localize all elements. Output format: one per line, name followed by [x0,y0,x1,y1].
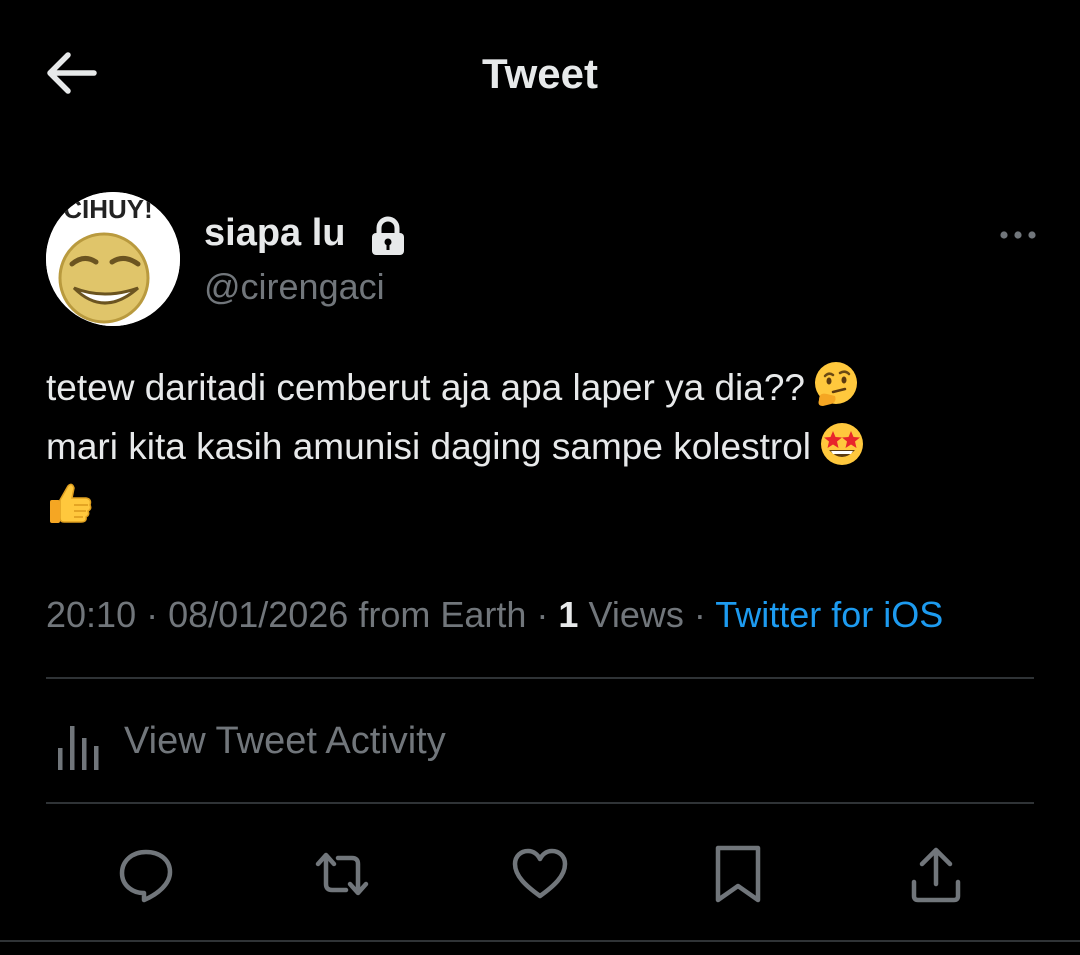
views-count: 1 [558,594,579,635]
tweet-text: tetew daritadi cemberut aja apa laper ya… [46,358,1036,535]
username-handle[interactable]: @cirengaci [204,266,385,308]
tweet-time: 20:10 [46,594,137,635]
lock-icon [372,216,404,255]
divider [46,677,1034,679]
page-title: Tweet [482,50,598,97]
divider [46,802,1034,804]
tweet-metadata: 20:10 · 08/01/2026 from Earth · 1 Views … [46,594,943,636]
tweet-text-line-2: mari kita kasih amunisi daging sampe kol… [46,426,812,467]
bar-chart-icon [58,726,99,770]
retweet-button[interactable] [310,842,374,906]
share-icon [911,847,961,903]
bookmark-button[interactable] [706,842,770,906]
thinking-face-emoji [811,360,861,410]
svg-text:CIHUY!: CIHUY! [63,194,153,224]
separator: · [693,594,706,635]
tweet-text-line-1: tetew daritadi cemberut aja apa laper ya… [46,367,805,408]
view-tweet-activity-label: View Tweet Activity [124,720,446,762]
star-struck-emoji [817,419,867,469]
avatar-image: CIHUY! [46,192,180,326]
top-bar: Tweet [0,0,1080,150]
more-options-button[interactable] [994,220,1042,250]
bookmark-icon [715,845,761,903]
avatar[interactable]: CIHUY! [46,192,180,326]
source-link[interactable]: Twitter for iOS [715,594,943,635]
tweet-date: 08/01/2026 [168,594,349,635]
share-button[interactable] [904,842,968,906]
views-label: Views [588,594,684,635]
tweet-detail-page: Tweet CIHUY! siapa lu @cirengaci tetew d… [0,0,1080,955]
tweet-location: from Earth [358,594,527,635]
reply-button[interactable] [114,842,178,906]
more-horizontal-icon [1000,231,1036,239]
display-name[interactable]: siapa lu [204,212,346,255]
like-icon [512,848,568,899]
separator: · [536,594,549,635]
thumbs-up-emoji [46,478,96,528]
separator: · [146,594,159,635]
retweet-icon [315,852,369,896]
like-button[interactable] [508,842,572,906]
reply-icon [119,849,173,903]
bottom-divider [0,940,1080,942]
